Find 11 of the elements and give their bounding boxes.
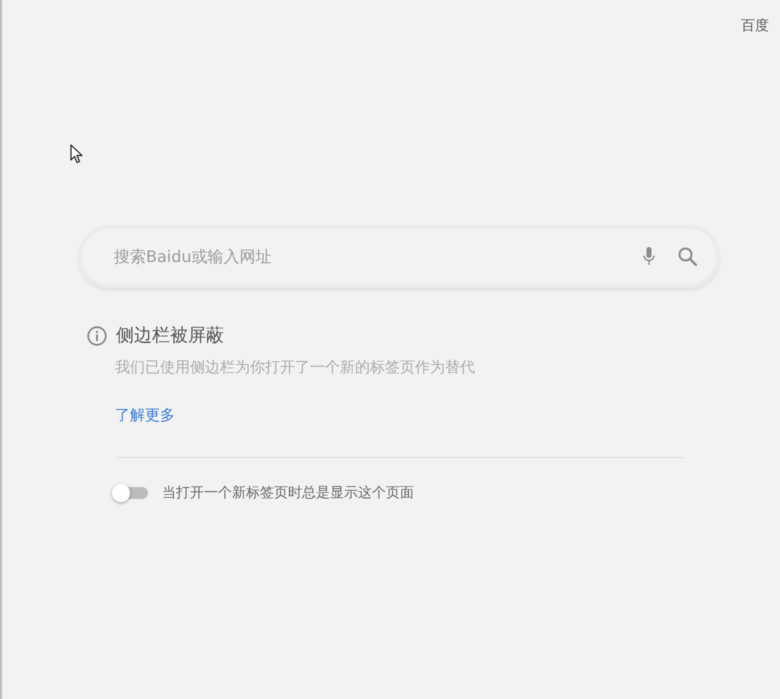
microphone-icon[interactable] — [643, 247, 655, 265]
notice-title: 侧边栏被屏蔽 — [116, 325, 224, 347]
search-field[interactable]: 搜索Baidu或输入网址 — [82, 229, 716, 284]
search-icon[interactable] — [678, 247, 697, 266]
info-icon — [87, 326, 107, 346]
mouse-pointer-icon — [70, 144, 83, 164]
toggle-switch[interactable] — [110, 484, 148, 502]
setting-label: 当打开一个新标签页时总是显示这个页面 — [162, 484, 414, 502]
learn-more-link[interactable]: 了解更多 — [115, 406, 175, 425]
notice-message: 我们已使用侧边栏为你打开了一个新的标签页作为替代 — [115, 358, 475, 377]
baidu-link[interactable]: 百度 — [741, 16, 769, 36]
